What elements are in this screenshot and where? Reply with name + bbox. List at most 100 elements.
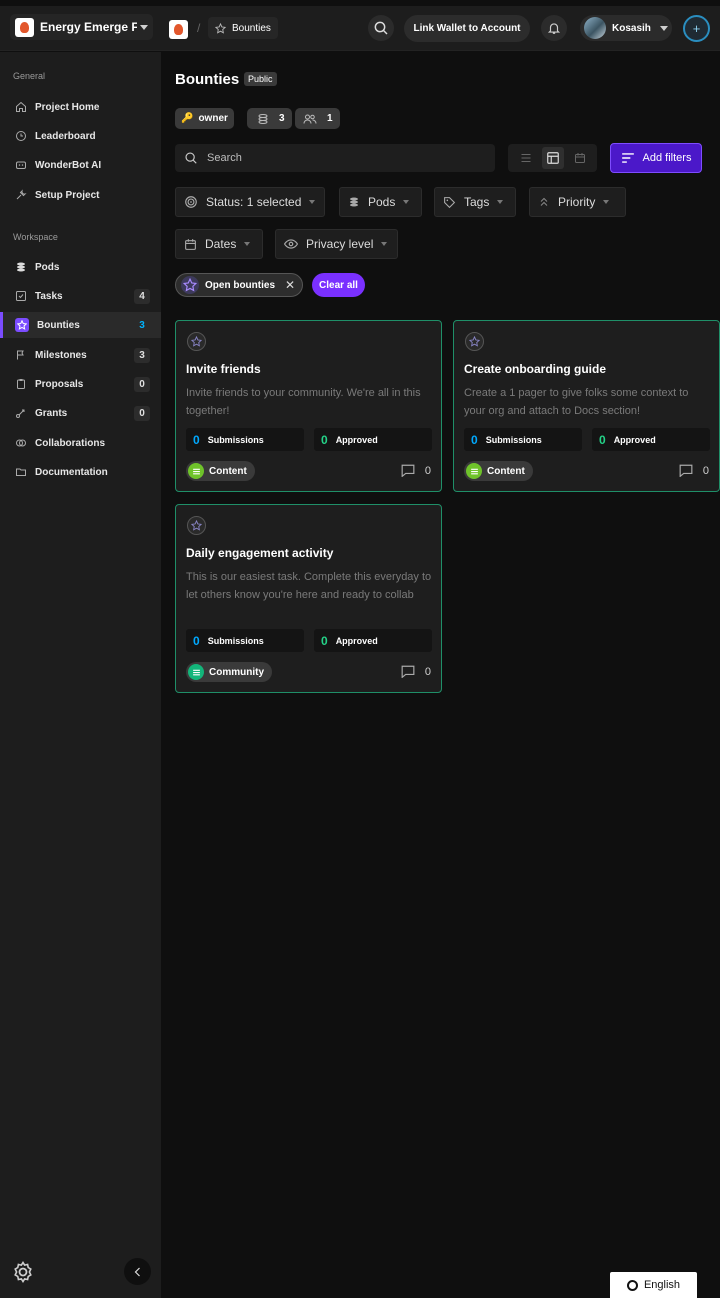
sidebar: General Project Home Leaderboard WonderB… bbox=[0, 52, 161, 1298]
sidebar-item-label: Leaderboard bbox=[35, 130, 96, 142]
pods-filter[interactable]: Pods bbox=[339, 187, 422, 217]
user-menu[interactable]: Kosasih bbox=[580, 15, 672, 41]
clear-all-button[interactable]: Clear all bbox=[312, 273, 365, 297]
sidebar-item-label: Project Home bbox=[35, 101, 100, 113]
list-view-button[interactable] bbox=[515, 147, 537, 169]
sidebar-item-documentation[interactable]: Documentation bbox=[0, 459, 161, 485]
comment-icon bbox=[401, 665, 415, 678]
wrench-icon bbox=[15, 189, 27, 201]
sidebar-item-tasks[interactable]: Tasks 4 bbox=[0, 283, 161, 309]
star-icon bbox=[187, 332, 206, 351]
sidebar-item-collaborations[interactable]: Collaborations bbox=[0, 430, 161, 456]
org-name: Energy Emerge F... bbox=[40, 20, 137, 34]
breadcrumb-label: Bounties bbox=[232, 22, 271, 34]
pods-filter-label: Pods bbox=[368, 195, 396, 209]
language-selector[interactable]: English bbox=[610, 1272, 697, 1298]
eye-icon bbox=[284, 239, 298, 249]
approved-label: Approved bbox=[335, 635, 378, 646]
sidebar-item-setup-project[interactable]: Setup Project bbox=[0, 182, 161, 208]
open-bounties-label: Open bounties bbox=[205, 279, 275, 291]
settings-button[interactable] bbox=[11, 1260, 35, 1284]
chevron-down-icon bbox=[603, 200, 610, 204]
priority-filter[interactable]: Priority bbox=[529, 187, 626, 217]
bounty-card[interactable]: Invite friends Invite friends to your co… bbox=[175, 320, 442, 492]
sidebar-item-label: Milestones bbox=[35, 349, 87, 361]
collapse-sidebar-button[interactable] bbox=[124, 1258, 151, 1285]
status-filter-label: Status: 1 selected bbox=[206, 195, 302, 209]
sidebar-item-label: Setup Project bbox=[35, 189, 100, 201]
list-icon bbox=[521, 154, 530, 162]
sidebar-item-pods[interactable]: Pods bbox=[0, 254, 161, 280]
submissions-stat: 0 Submissions bbox=[186, 428, 304, 451]
sidebar-item-project-home[interactable]: Project Home bbox=[0, 94, 161, 120]
close-icon[interactable]: ✕ bbox=[285, 278, 295, 292]
chevron-down-icon bbox=[659, 25, 668, 31]
chevron-down-icon bbox=[140, 24, 148, 30]
sidebar-item-label: Collaborations bbox=[35, 437, 106, 449]
role-chip[interactable]: 🔑 owner bbox=[175, 108, 234, 129]
comments-value: 0 bbox=[702, 464, 709, 477]
breadcrumb-current[interactable]: Bounties bbox=[208, 17, 278, 39]
approved-stat: 0 Approved bbox=[592, 428, 710, 451]
privacy-filter[interactable]: Privacy level bbox=[275, 229, 398, 259]
card-title: Create onboarding guide bbox=[464, 362, 607, 376]
clipboard-icon bbox=[15, 378, 27, 390]
pod-tag[interactable]: Content bbox=[186, 461, 255, 481]
sidebar-item-proposals[interactable]: Proposals 0 bbox=[0, 371, 161, 397]
pods-count-chip[interactable]: 3 bbox=[247, 108, 292, 129]
submissions-count: 0 bbox=[471, 432, 478, 447]
globe-icon bbox=[626, 1279, 638, 1291]
pod-tag[interactable]: Content bbox=[464, 461, 533, 481]
pod-tag[interactable]: Community bbox=[186, 662, 272, 682]
sidebar-item-label: Proposals bbox=[35, 378, 84, 390]
calendar-view-button[interactable] bbox=[569, 147, 591, 169]
notifications-button[interactable] bbox=[541, 15, 567, 41]
sidebar-item-wonderbot[interactable]: WonderBot AI bbox=[0, 152, 161, 178]
dates-filter[interactable]: Dates bbox=[175, 229, 263, 259]
search-input[interactable]: Search bbox=[175, 144, 495, 172]
plus-icon: + bbox=[692, 21, 701, 36]
status-filter[interactable]: Status: 1 selected bbox=[175, 187, 325, 217]
star-icon bbox=[15, 318, 29, 332]
open-bounties-chip[interactable]: Open bounties ✕ bbox=[175, 273, 303, 297]
star-icon bbox=[181, 276, 199, 294]
comments-count[interactable]: 0 bbox=[679, 464, 709, 477]
filter-lines-icon bbox=[621, 153, 634, 163]
search-button[interactable] bbox=[368, 15, 394, 41]
pods-count: 3 bbox=[279, 113, 285, 124]
calendar-icon bbox=[185, 238, 196, 250]
sidebar-item-grants[interactable]: Grants 0 bbox=[0, 400, 161, 426]
members-count-chip[interactable]: 1 bbox=[295, 108, 340, 129]
submissions-label: Submissions bbox=[207, 635, 264, 646]
link-wallet-button[interactable]: Link Wallet to Account bbox=[404, 15, 530, 42]
approved-stat: 0 Approved bbox=[314, 428, 432, 451]
chevron-left-icon bbox=[134, 1267, 140, 1276]
org-selector[interactable]: Energy Emerge F... bbox=[10, 14, 153, 40]
comments-value: 0 bbox=[424, 464, 431, 477]
bell-icon bbox=[547, 23, 561, 34]
submissions-stat: 0 Submissions bbox=[186, 629, 304, 652]
comments-count[interactable]: 0 bbox=[401, 665, 431, 678]
card-description: This is our easiest task. Complete this … bbox=[186, 571, 432, 601]
sidebar-item-milestones[interactable]: Milestones 3 bbox=[0, 342, 161, 368]
submissions-count: 0 bbox=[193, 432, 200, 447]
submissions-count: 0 bbox=[193, 633, 200, 648]
gear-icon bbox=[14, 1260, 32, 1284]
comments-count[interactable]: 0 bbox=[401, 464, 431, 477]
pod-tag-label: Community bbox=[209, 666, 264, 678]
card-description: Create a 1 pager to give folks some cont… bbox=[464, 387, 689, 417]
bounties-count: 3 bbox=[139, 319, 145, 331]
tags-filter[interactable]: Tags bbox=[434, 187, 516, 217]
bounty-card[interactable]: Create onboarding guide Create a 1 pager… bbox=[453, 320, 720, 492]
sidebar-item-bounties[interactable]: Bounties 3 bbox=[0, 312, 161, 338]
grants-count: 0 bbox=[134, 405, 150, 421]
breadcrumb-org-logo[interactable] bbox=[169, 20, 188, 39]
add-filters-button[interactable]: Add filters bbox=[610, 143, 702, 173]
star-icon bbox=[187, 516, 206, 535]
dates-filter-label: Dates bbox=[205, 237, 237, 251]
board-view-button[interactable] bbox=[541, 147, 564, 169]
create-button[interactable]: + bbox=[683, 15, 710, 42]
sidebar-item-leaderboard[interactable]: Leaderboard bbox=[0, 123, 161, 149]
bounty-card[interactable]: Daily engagement activity This is our ea… bbox=[175, 504, 442, 693]
pods-icon bbox=[258, 113, 268, 124]
